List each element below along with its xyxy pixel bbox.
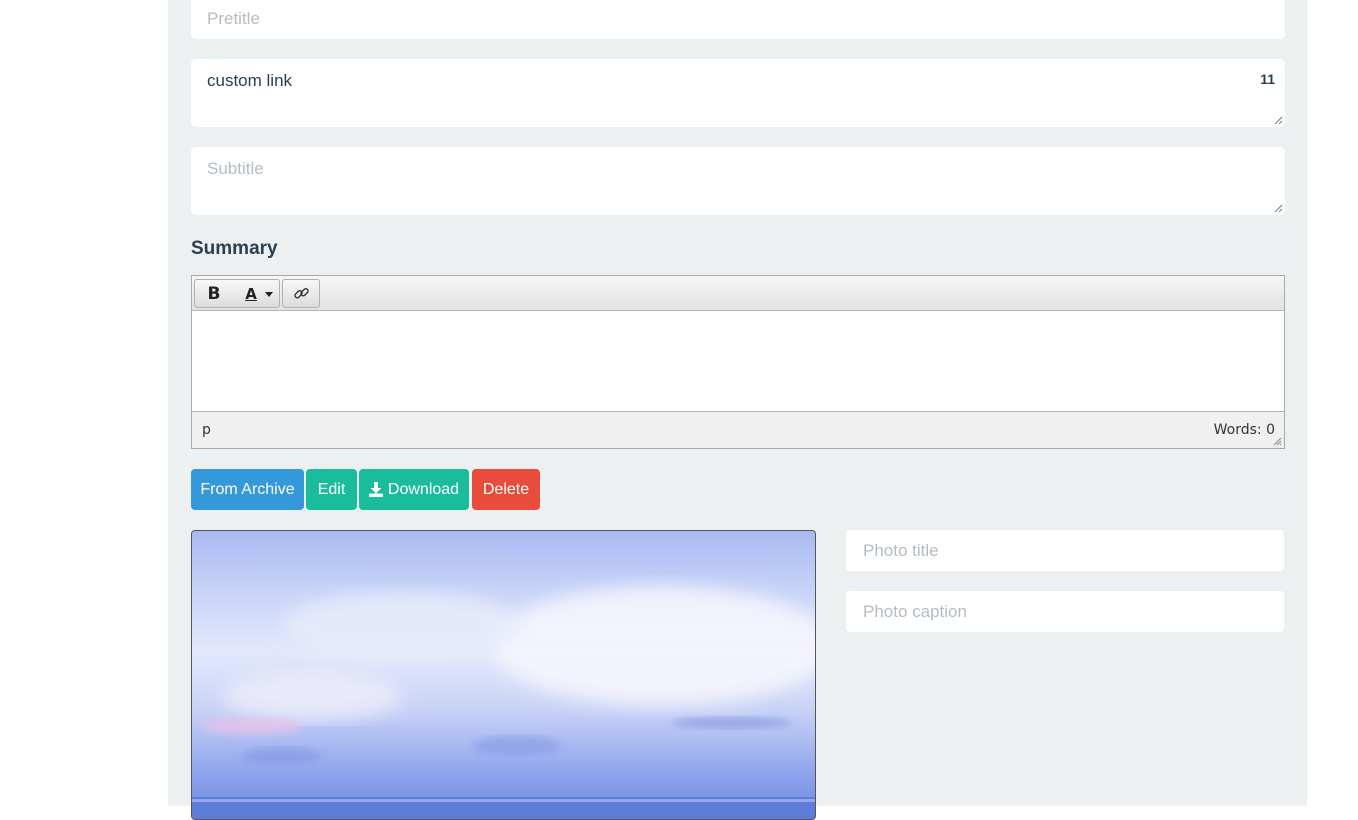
resize-grip-icon[interactable]	[1274, 116, 1283, 125]
summary-label: Summary	[191, 238, 278, 259]
from-archive-label: From Archive	[200, 480, 295, 498]
editor-content-area[interactable]	[192, 311, 1284, 412]
photo-caption-placeholder: Photo caption	[863, 602, 967, 621]
download-icon	[368, 482, 383, 497]
format-button-group: B A	[194, 279, 280, 308]
pretitle-placeholder: Pretitle	[207, 9, 260, 28]
insert-link-button[interactable]	[285, 280, 317, 307]
custom-link-textarea[interactable]: custom link 11	[191, 59, 1285, 127]
custom-link-value: custom link	[207, 71, 293, 90]
summary-rich-text-editor: B A p Words: 0	[191, 275, 1285, 449]
photo-title-input[interactable]: Photo title	[846, 530, 1284, 571]
dropdown-caret-icon	[265, 292, 273, 297]
word-count: Words: 0	[1213, 422, 1275, 438]
left-margin	[0, 0, 168, 806]
from-archive-button[interactable]: From Archive	[191, 469, 304, 510]
bold-button[interactable]: B	[198, 280, 230, 307]
pretitle-input[interactable]: Pretitle	[191, 0, 1285, 39]
bold-icon: B	[207, 283, 221, 304]
sky-clouds-image	[192, 586, 815, 819]
photo-preview	[191, 530, 816, 820]
edit-label: Edit	[317, 480, 346, 498]
text-color-button[interactable]: A	[235, 280, 277, 307]
editor-toolbar: B A	[192, 276, 1284, 311]
subtitle-placeholder: Subtitle	[207, 159, 264, 178]
download-label: Download	[387, 480, 460, 498]
subtitle-textarea[interactable]: Subtitle	[191, 147, 1285, 215]
link-icon	[293, 288, 309, 299]
link-button-group	[282, 279, 320, 308]
edit-button[interactable]: Edit	[306, 469, 357, 510]
delete-button[interactable]: Delete	[472, 469, 540, 510]
photo-caption-input[interactable]: Photo caption	[846, 591, 1284, 632]
photo-title-placeholder: Photo title	[863, 541, 939, 560]
character-counter: 11	[1260, 71, 1275, 87]
text-color-icon: A	[245, 284, 257, 303]
editor-statusbar: p Words: 0	[192, 411, 1284, 448]
delete-label: Delete	[482, 480, 530, 498]
element-path[interactable]: p	[202, 422, 211, 438]
resize-handle-icon[interactable]	[1272, 436, 1282, 446]
right-margin	[1307, 0, 1358, 806]
download-button[interactable]: Download	[359, 469, 469, 510]
resize-grip-icon[interactable]	[1274, 204, 1283, 213]
